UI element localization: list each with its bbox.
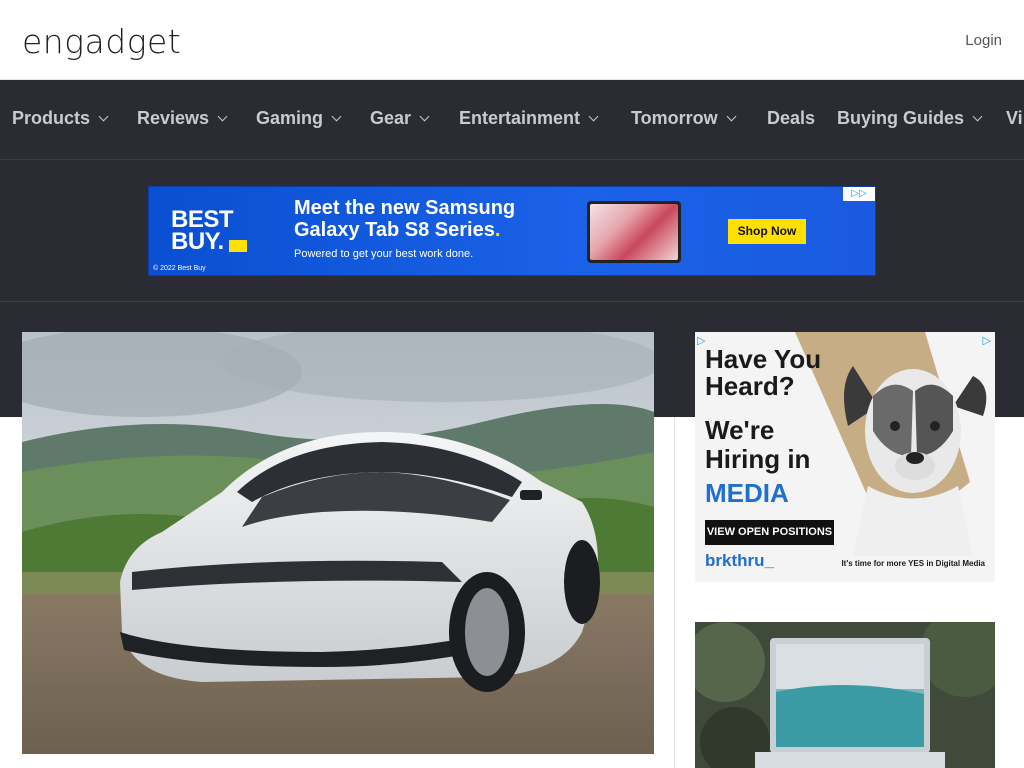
brand-line: BUY. bbox=[171, 228, 224, 255]
nav-item-gear[interactable]: Gear bbox=[370, 108, 430, 129]
nav-item-tomorrow[interactable]: Tomorrow bbox=[631, 108, 737, 129]
banner-subline: Powered to get your best work done. bbox=[294, 248, 474, 260]
nav-item-entertainment[interactable]: Entertainment bbox=[459, 108, 599, 129]
bestbuy-tag-icon bbox=[229, 240, 247, 252]
adchoices-icon[interactable]: ▷ bbox=[983, 334, 991, 347]
headline-line: Galaxy Tab S8 Series. bbox=[294, 219, 515, 241]
tablet-screen bbox=[590, 204, 678, 260]
nav-label: Vi bbox=[1006, 108, 1023, 128]
chevron-down-icon bbox=[98, 111, 109, 122]
headline-text: Galaxy Tab S8 Series bbox=[294, 219, 495, 241]
nav-label: Tomorrow bbox=[631, 108, 718, 128]
dog-image bbox=[844, 366, 987, 556]
nav-item-video[interactable]: Vi bbox=[1006, 108, 1023, 129]
car-illustration bbox=[22, 332, 654, 754]
nav-label: Reviews bbox=[137, 108, 210, 128]
ad-tagline: It's time for more YES in Digital Media bbox=[841, 559, 985, 568]
login-link[interactable]: Login bbox=[965, 32, 1002, 49]
site-header: engadget Login bbox=[0, 0, 1024, 80]
bestbuy-logo: BEST BUY. bbox=[171, 208, 234, 255]
banner-copyright: © 2022 Best Buy bbox=[153, 265, 206, 272]
shop-now-button[interactable]: Shop Now bbox=[728, 219, 806, 244]
hero-image[interactable] bbox=[22, 332, 654, 754]
adchoices-icon[interactable]: ▷▷ bbox=[843, 187, 875, 201]
ad-headline: Have You Heard? bbox=[705, 344, 822, 401]
nav-label: Entertainment bbox=[459, 108, 581, 128]
chevron-down-icon bbox=[217, 111, 228, 122]
nav-label: Products bbox=[12, 108, 91, 128]
nav-label: Gear bbox=[370, 108, 412, 128]
chevron-down-icon bbox=[419, 111, 430, 122]
banner-headline: Meet the new Samsung Galaxy Tab S8 Serie… bbox=[294, 197, 515, 241]
main-nav: Products Reviews Gaming Gear Entertainme… bbox=[0, 80, 1024, 160]
laptop-image bbox=[695, 622, 995, 768]
nav-item-gaming[interactable]: Gaming bbox=[256, 108, 342, 129]
ad-headline-2: We're Hiring in bbox=[705, 415, 811, 474]
nav-label: Deals bbox=[767, 108, 816, 128]
chevron-down-icon bbox=[972, 111, 983, 122]
nav-item-products[interactable]: Products bbox=[12, 108, 109, 129]
nav-label: Buying Guides bbox=[837, 108, 965, 128]
banner-ad[interactable]: BEST BUY. Meet the new Samsung Galaxy Ta… bbox=[148, 186, 876, 276]
nav-item-reviews[interactable]: Reviews bbox=[137, 108, 228, 129]
nav-label: Gaming bbox=[256, 108, 324, 128]
ad-headline-media: MEDIA bbox=[705, 478, 789, 508]
article-thumbnail[interactable] bbox=[695, 622, 995, 768]
headline-line: Meet the new Samsung bbox=[294, 197, 516, 219]
engadget-logo[interactable]: engadget bbox=[22, 22, 181, 61]
tablet-image bbox=[587, 201, 681, 263]
sidebar-ad[interactable]: ▷ ▷ Have You Heard? We're Hiring in MEDI… bbox=[695, 332, 995, 582]
nav-item-buying-guides[interactable]: Buying Guides bbox=[837, 108, 983, 129]
chevron-down-icon bbox=[588, 111, 599, 122]
view-open-positions-button[interactable]: VIEW OPEN POSITIONS bbox=[705, 520, 834, 545]
chevron-down-icon bbox=[726, 111, 737, 122]
divider bbox=[0, 301, 1024, 302]
headline-dot: . bbox=[494, 219, 501, 241]
chevron-down-icon bbox=[331, 111, 342, 122]
brkthru-logo: brkthru_ bbox=[705, 551, 774, 570]
nav-item-deals[interactable]: Deals bbox=[767, 108, 815, 129]
sidebar-divider bbox=[674, 417, 675, 768]
